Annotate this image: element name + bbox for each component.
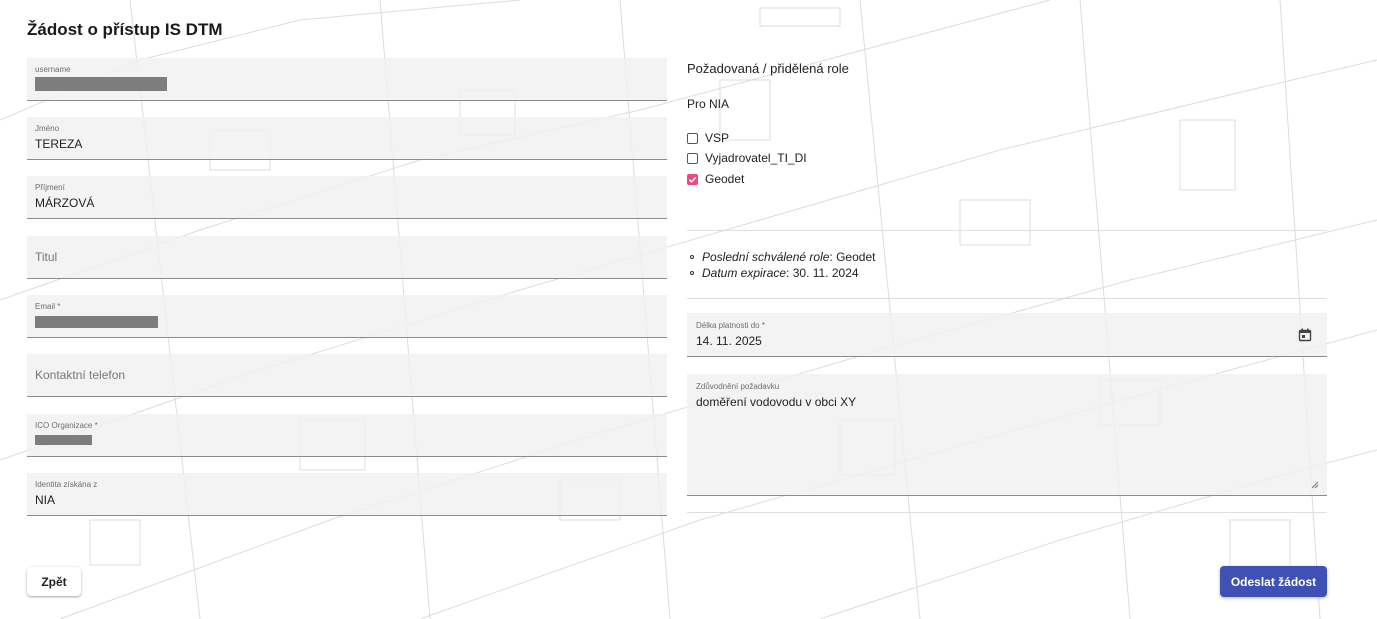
bullet-icon — [690, 255, 694, 259]
page-title: Žádost o přístup IS DTM — [27, 20, 223, 39]
bullet-icon — [690, 271, 694, 275]
first-name-label: Jméno — [35, 124, 60, 133]
calendar-icon[interactable] — [1298, 328, 1312, 342]
last-name-label: Příjmení — [35, 183, 65, 192]
role-checkbox-vsp[interactable]: VSP — [687, 130, 729, 146]
validity-date-label: Délka platnosti do * — [696, 321, 765, 330]
last-name-value: MÁRZOVÁ — [35, 196, 95, 210]
first-name-value: TEREZA — [35, 137, 83, 151]
ico-label: ICO Organizace * — [35, 421, 98, 430]
divider — [687, 512, 1327, 513]
identity-source-value: NIA — [35, 493, 56, 507]
expiry-date-item: Datum expirace : 30. 11. 2024 — [690, 265, 875, 281]
checkbox-checked-icon[interactable] — [687, 173, 698, 185]
divider — [687, 230, 1327, 231]
justification-label: Zdůvodnění požadavku — [696, 382, 780, 391]
email-redacted-value — [35, 316, 158, 328]
expiry-date-label: Datum expirace — [702, 266, 787, 280]
role-checkbox-geodet[interactable]: Geodet — [687, 171, 744, 187]
roles-group-label: Pro NIA — [687, 97, 730, 111]
justification-textarea[interactable]: Zdůvodnění požadavku doměření vodovodu v… — [687, 374, 1327, 496]
role-checkbox-vyjadrovatel[interactable]: Vyjadrovatel_TI_DI — [687, 150, 807, 166]
role-label-vyjadrovatel: Vyjadrovatel_TI_DI — [705, 151, 807, 165]
checkbox-unchecked-icon[interactable] — [687, 152, 698, 164]
role-label-vsp: VSP — [705, 131, 730, 145]
checkbox-unchecked-icon[interactable] — [687, 132, 698, 144]
validity-date-value: 14. 11. 2025 — [696, 334, 762, 348]
ico-field[interactable]: ICO Organizace * — [27, 414, 667, 457]
phone-placeholder: Kontaktní telefon — [35, 368, 126, 382]
ico-redacted-value — [35, 435, 92, 445]
expiry-date-value: : 30. 11. 2024 — [786, 266, 859, 280]
identity-source-field[interactable]: Identita získána z NIA — [27, 473, 667, 516]
title-placeholder: Titul — [35, 250, 58, 264]
role-info-list: Poslední schválené role : Geodet Datum e… — [690, 249, 875, 281]
username-label: username — [35, 65, 71, 74]
last-approved-roles-label: Poslední schválené role — [702, 250, 830, 264]
username-redacted-value — [35, 77, 167, 91]
submit-request-button[interactable]: Odeslat žádost — [1220, 566, 1327, 597]
username-field[interactable]: username — [27, 58, 667, 101]
resize-handle-icon[interactable] — [1311, 481, 1319, 489]
last-approved-roles-value: : Geodet — [829, 250, 876, 264]
divider — [687, 298, 1327, 299]
role-label-geodet: Geodet — [705, 172, 745, 186]
last-name-field[interactable]: Příjmení MÁRZOVÁ — [27, 176, 667, 219]
request-form-page: Žádost o přístup IS DTM username Jméno T… — [0, 0, 1377, 619]
identity-source-label: Identita získána z — [35, 480, 98, 489]
last-approved-roles-item: Poslední schválené role : Geodet — [690, 249, 875, 265]
phone-field[interactable]: Kontaktní telefon — [27, 354, 667, 397]
email-field[interactable]: Email * — [27, 295, 667, 338]
email-label: Email * — [35, 302, 61, 311]
first-name-field[interactable]: Jméno TEREZA — [27, 117, 667, 160]
validity-date-field[interactable]: Délka platnosti do * 14. 11. 2025 — [687, 313, 1327, 357]
roles-heading: Požadovaná / přidělená role — [687, 61, 849, 76]
justification-value: doměření vodovodu v obci XY — [696, 395, 857, 409]
title-field[interactable]: Titul — [27, 236, 667, 279]
back-button[interactable]: Zpět — [27, 567, 81, 596]
